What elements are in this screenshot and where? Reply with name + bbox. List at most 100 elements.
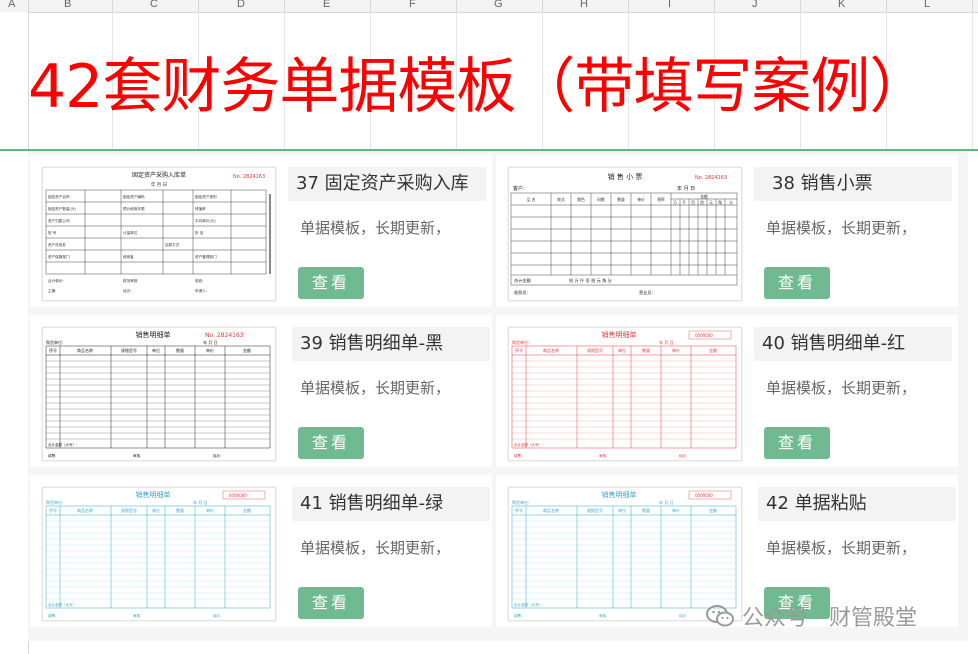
form-label: 资产管理部门 (195, 254, 217, 259)
footer-label: 经办: (213, 453, 221, 458)
form-heading: 固定资产采购入库单 (132, 171, 186, 179)
form-heading: 销售明细单 (136, 330, 171, 339)
form-heading: 销售明细单 (602, 490, 637, 499)
column-label: 数量 (617, 197, 625, 202)
template-description: 单据模板，长期更新， (766, 539, 917, 557)
form-serial: No. 2824163 (695, 175, 727, 181)
column-header[interactable]: J (752, 0, 758, 10)
column-label: 序号 (49, 347, 57, 353)
template-name[interactable]: 39 销售明细单-黑 (292, 327, 490, 361)
column-label: 数量 (176, 347, 184, 353)
digit-label: 千 (682, 200, 686, 205)
form-label: 主管: (48, 288, 56, 293)
footer-label: 填票: (48, 453, 56, 458)
column-label: 品 名 (527, 197, 536, 202)
column-label: 单位 (618, 507, 626, 513)
column-label: 单位 (152, 347, 160, 353)
form-label: 资产保管部门 (48, 254, 70, 259)
template-thumbnail[interactable]: 销售明细单 0000000 购货单位: 年 月 日 序号 商品名称 规格型号 单… (42, 487, 276, 621)
template-thumbnail[interactable]: 销售明细单 No. 2824163 购货单位: 年 月 日 序号 商品名称 规格… (42, 327, 276, 461)
form-heading: 销售明细单 (602, 330, 637, 339)
digit-label: 拾 (700, 200, 704, 205)
column-label: 商品名称 (543, 347, 559, 353)
view-button[interactable]: 查看 (298, 427, 364, 459)
column-label: 单价 (206, 347, 214, 353)
template-name[interactable]: 41 销售明细单-绿 (292, 487, 490, 521)
form-label: 固定资产编码 (123, 194, 145, 199)
form-serial: 0000000 (695, 493, 713, 498)
form-label: 资产存放处 (48, 242, 66, 247)
form-label: 资产归属公司 (48, 218, 70, 223)
footer-label: 审核: (133, 453, 141, 458)
form-label: 平均单价(元) (195, 218, 216, 223)
total-label: 合计金额（大写）: (514, 602, 543, 607)
column-label: 单价 (206, 507, 214, 513)
buyer-label: 购货单位: (46, 499, 63, 505)
form-label: 结算方式 (165, 242, 180, 247)
column-label: 金额 (243, 347, 251, 353)
footer-label: 填票: (514, 613, 522, 618)
page-title: 42套财务单据模板（带填写案例） (28, 52, 929, 122)
view-button[interactable]: 查看 (764, 267, 830, 299)
customer-label: 客户: (513, 185, 525, 192)
watermark: 公众号 · 财管殿堂 (706, 600, 917, 632)
column-header[interactable]: I (668, 0, 671, 10)
column-label: 单价 (672, 507, 680, 513)
form-label: 申请人: (195, 288, 207, 293)
form-label: 残值率 (195, 206, 206, 211)
column-header[interactable]: H (580, 0, 588, 10)
buyer-label: 购货单位: (46, 339, 63, 345)
column-label: 商品名称 (543, 507, 559, 513)
sales-detail-green-preview: 销售明细单 0000000 购货单位: 年 月 日 序号 商品名称 规格型号 单… (45, 490, 271, 618)
column-label: 规格型号 (121, 347, 137, 353)
column-header[interactable]: F (409, 0, 416, 10)
view-button[interactable]: 查看 (298, 587, 364, 619)
column-header[interactable]: C (150, 0, 158, 10)
column-header[interactable]: D (237, 0, 245, 10)
digit-label: 万 (673, 200, 677, 205)
watermark-text: 公众号 · 财管殿堂 (742, 606, 917, 631)
view-button[interactable]: 查看 (298, 267, 364, 299)
template-thumbnail[interactable]: 销 售 小 票 No. 2824163 客户: 年 月 日 品 名 款式 颜色 … (508, 167, 742, 301)
column-label: 颜色 (577, 197, 585, 202)
form-label: 使用者 (123, 254, 134, 259)
total-label: 合计金额（大写）: (514, 442, 543, 447)
total-words: 拾 万 仟 佰 拾 元 角 分 (569, 277, 613, 284)
template-thumbnail[interactable]: 销售明细单 0000000 购货单位: 年 月 日 序号 商品名称 规格型号 单… (508, 327, 742, 461)
form-date: 年 月 日 (677, 185, 695, 192)
footer-label: 审核: (599, 453, 607, 458)
form-heading: 销 售 小 票 (608, 172, 643, 181)
footer-label: 填票: (514, 453, 522, 458)
column-label: 金额 (709, 507, 717, 513)
column-header[interactable]: A (8, 0, 15, 10)
template-card-39: 销售明细单 No. 2824163 购货单位: 年 月 日 序号 商品名称 规格… (30, 315, 492, 467)
column-label: 规格型号 (587, 347, 603, 353)
view-button[interactable]: 查看 (764, 427, 830, 459)
column-header[interactable]: E (323, 0, 330, 10)
fixed-asset-form-preview: 固定资产采购入库单 No. 2824163 年 月 日 固定资产名称 固定资产编… (45, 171, 271, 293)
form-label: 验收: (195, 278, 203, 283)
form-date: 年 月 日 (151, 181, 167, 188)
form-label: 固定资产类别 (195, 194, 217, 199)
digit-label: 元 (709, 200, 713, 205)
total-label: 合计金额（大写）: (48, 602, 77, 607)
column-header[interactable]: G (494, 0, 503, 10)
form-label: 预计使用年限 (123, 206, 145, 211)
form-label: 经办: (123, 288, 131, 293)
template-name[interactable]: 40 销售明细单-红 (754, 327, 952, 361)
column-header[interactable]: K (838, 0, 845, 10)
receiver-label: 收款员: (514, 289, 528, 296)
template-thumbnail[interactable]: 固定资产采购入库单 No. 2824163 年 月 日 固定资产名称 固定资产编… (42, 167, 276, 301)
form-date: 年 月 日 (659, 339, 674, 345)
form-label: 型 号 (48, 230, 57, 235)
template-name[interactable]: 42 单据粘贴 (758, 487, 956, 521)
form-label: 固定资产数量(元) (48, 206, 77, 211)
column-label: 单价 (637, 197, 645, 202)
column-label: 数量 (176, 507, 184, 513)
column-header[interactable]: L (924, 0, 930, 10)
column-header[interactable]: B (64, 0, 71, 10)
template-name[interactable]: 37 固定资产采购入库 (288, 167, 486, 201)
template-name[interactable]: 38 销售小票 (754, 167, 952, 201)
form-serial: No. 2824163 (233, 174, 265, 180)
sales-detail-black-preview: 销售明细单 No. 2824163 购货单位: 年 月 日 序号 商品名称 规格… (45, 330, 271, 458)
